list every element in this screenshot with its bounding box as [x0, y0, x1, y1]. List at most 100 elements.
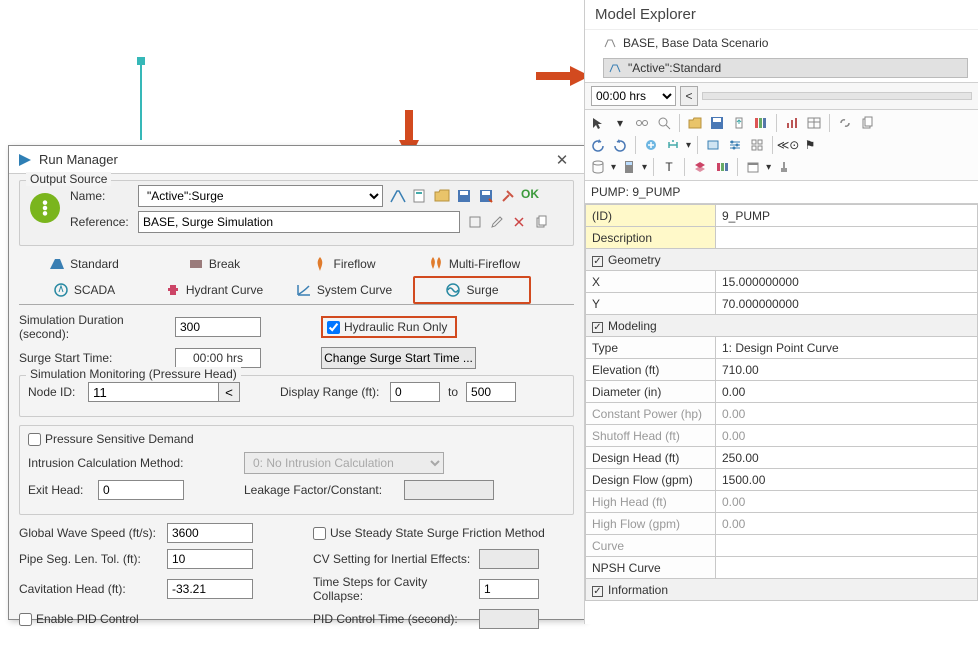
- calendar-icon[interactable]: [744, 158, 762, 176]
- grid-view-icon[interactable]: [748, 136, 766, 154]
- table-icon[interactable]: [805, 114, 823, 132]
- prop-row-shutoff-head: Shutoff Head (ft)0.00: [586, 425, 978, 447]
- query-icon[interactable]: ≪⊙: [779, 136, 797, 154]
- pipe-seg-label: Pipe Seg. Len. Tol. (ft):: [19, 552, 167, 566]
- reference-input[interactable]: [138, 211, 460, 233]
- intrusion-method-select: 0: No Intrusion Calculation: [244, 452, 444, 474]
- hydraulic-run-only-label: Hydraulic Run Only: [344, 320, 447, 334]
- name-select[interactable]: "Active":Surge: [138, 185, 383, 207]
- change-surge-start-button[interactable]: Change Surge Start Time ...: [321, 347, 476, 369]
- time-navigation-bar: 00:00 hrs <: [585, 82, 978, 110]
- folder-icon[interactable]: [686, 114, 704, 132]
- calc-icon[interactable]: [620, 158, 638, 176]
- node-id-browse-button[interactable]: <: [218, 382, 240, 402]
- run-icon[interactable]: [389, 187, 407, 205]
- element-header: PUMP: 9_PUMP: [585, 181, 978, 204]
- prop-section-modeling: ✓Modeling: [586, 315, 978, 337]
- global-wave-label: Global Wave Speed (ft/s):: [19, 526, 167, 540]
- canvas-node-dot: [137, 57, 145, 65]
- tab-standard[interactable]: Standard: [19, 252, 149, 276]
- copy-icon[interactable]: [858, 114, 876, 132]
- display-range-to-input[interactable]: [466, 382, 516, 402]
- ok-button[interactable]: OK: [521, 187, 539, 205]
- simulation-monitoring-group: Simulation Monitoring (Pressure Head) No…: [19, 375, 574, 417]
- prop-row-diameter: Diameter (in)0.00: [586, 381, 978, 403]
- surge-start-value: 00:00 hrs: [175, 348, 261, 368]
- pointer-icon[interactable]: [589, 114, 607, 132]
- titlebar: Run Manager ✕: [9, 146, 584, 174]
- tree-row-active[interactable]: "Active":Standard: [603, 58, 968, 78]
- traffic-light-icon: [30, 193, 60, 223]
- time-select[interactable]: 00:00 hrs: [591, 86, 676, 106]
- time-slider[interactable]: [702, 92, 972, 100]
- time-prev-button[interactable]: <: [680, 86, 698, 106]
- time-steps-input[interactable]: [479, 579, 539, 599]
- undo-icon[interactable]: [589, 136, 607, 154]
- zoom-icon[interactable]: [655, 114, 673, 132]
- flag-icon[interactable]: ⚑: [801, 136, 819, 154]
- open-folder-icon[interactable]: [433, 187, 451, 205]
- redo-icon[interactable]: [611, 136, 629, 154]
- hydraulic-run-only-checkbox[interactable]: [327, 321, 340, 334]
- theme-icon[interactable]: [713, 158, 731, 176]
- prop-row-design-head: Design Head (ft)250.00: [586, 447, 978, 469]
- exit-head-input[interactable]: [98, 480, 184, 500]
- saveas-icon[interactable]: [477, 187, 495, 205]
- prop-row-constant-power: Constant Power (hp)0.00: [586, 403, 978, 425]
- save-floppy-icon[interactable]: [708, 114, 726, 132]
- output-source-toolbar: OK: [389, 187, 539, 205]
- pressure-sensitive-checkbox[interactable]: [28, 433, 41, 446]
- chain-icon[interactable]: [836, 114, 854, 132]
- prop-section-geometry: ✓Geometry: [586, 249, 978, 271]
- ref-new-icon[interactable]: [466, 213, 484, 231]
- style-icon[interactable]: [752, 114, 770, 132]
- reference-label: Reference:: [70, 215, 138, 229]
- select-rect-icon[interactable]: [704, 136, 722, 154]
- pressure-sensitive-label: Pressure Sensitive Demand: [45, 432, 194, 446]
- cavitation-input[interactable]: [167, 579, 253, 599]
- report-icon[interactable]: [411, 187, 429, 205]
- tab-surge[interactable]: Surge: [413, 276, 531, 304]
- tab-break[interactable]: Break: [149, 252, 279, 276]
- node-id-input[interactable]: [88, 382, 218, 402]
- ref-edit-icon[interactable]: [488, 213, 506, 231]
- output-source-group: Output Source Name: "Active":Surge OK: [19, 180, 574, 246]
- valve-icon[interactable]: [664, 136, 682, 154]
- layers-icon[interactable]: [691, 158, 709, 176]
- chart-icon[interactable]: [783, 114, 801, 132]
- link-icon[interactable]: [633, 114, 651, 132]
- close-button[interactable]: ✕: [548, 151, 576, 169]
- sim-duration-input[interactable]: [175, 317, 261, 337]
- tab-system-curve[interactable]: System Curve: [279, 276, 409, 304]
- scenario-tree: BASE, Base Data Scenario "Active":Standa…: [585, 30, 978, 82]
- prop-row-design-flow: Design Flow (gpm)1500.00: [586, 469, 978, 491]
- ref-cut-icon[interactable]: [510, 213, 528, 231]
- steady-state-checkbox[interactable]: [313, 527, 326, 540]
- hydraulic-run-only-highlight: Hydraulic Run Only: [321, 316, 457, 338]
- settings-slider-icon[interactable]: [726, 136, 744, 154]
- display-range-label: Display Range (ft):: [280, 385, 390, 399]
- export-icon[interactable]: [730, 114, 748, 132]
- tab-multifireflow[interactable]: Multi-Fireflow: [409, 252, 539, 276]
- ref-copy-icon[interactable]: [532, 213, 550, 231]
- db-icon[interactable]: [589, 158, 607, 176]
- tab-scada[interactable]: SCADA: [19, 276, 149, 304]
- brush-icon[interactable]: [775, 158, 793, 176]
- model-explorer-title: Model Explorer: [585, 0, 978, 30]
- canvas-pipe-line: [140, 60, 142, 140]
- tab-fireflow[interactable]: Fireflow: [279, 252, 409, 276]
- run-manager-window: Run Manager ✕ Output Source Name: "Activ…: [8, 145, 585, 620]
- global-wave-input[interactable]: [167, 523, 253, 543]
- pointer-dropdown-icon[interactable]: ▾: [611, 114, 629, 132]
- tools-icon[interactable]: [499, 187, 517, 205]
- text-icon[interactable]: T: [660, 158, 678, 176]
- display-range-from-input[interactable]: [390, 382, 440, 402]
- tree-row-base[interactable]: BASE, Base Data Scenario: [603, 34, 968, 52]
- tab-hydrant-curve[interactable]: Hydrant Curve: [149, 276, 279, 304]
- add-icon[interactable]: [642, 136, 660, 154]
- simulation-monitoring-label: Simulation Monitoring (Pressure Head): [26, 367, 241, 381]
- save-icon[interactable]: [455, 187, 473, 205]
- prop-row-x: X15.000000000: [586, 271, 978, 293]
- pipe-seg-input[interactable]: [167, 549, 253, 569]
- time-steps-label: Time Steps for Cavity Collapse:: [313, 575, 479, 603]
